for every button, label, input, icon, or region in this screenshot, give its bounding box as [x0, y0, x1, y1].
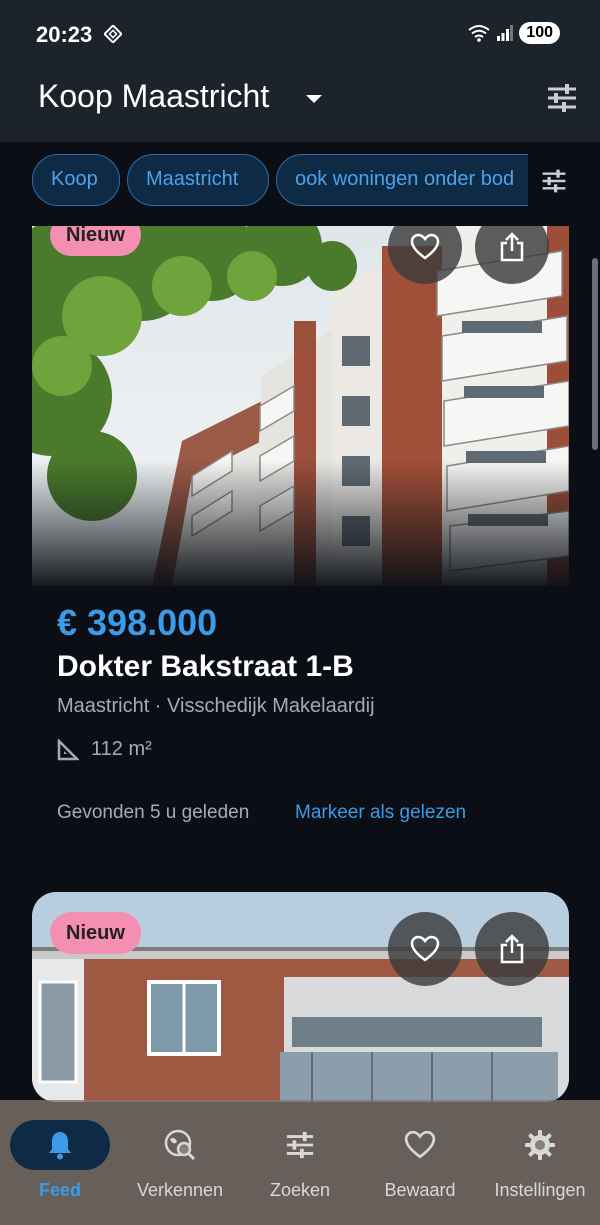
- heart-icon: [410, 935, 440, 962]
- nav-label: Zoeken: [269, 1180, 331, 1200]
- share-icon: [500, 232, 524, 262]
- nav-item-verkennen[interactable]: Verkennen: [120, 1120, 240, 1201]
- nav-item-bewaard[interactable]: Bewaard: [360, 1120, 480, 1201]
- signal-icon: [497, 25, 514, 41]
- listing-address[interactable]: Dokter Bakstraat 1-B: [57, 650, 354, 684]
- bottom-navigation: Feed Verkennen Zoeken Bewaard Instelling…: [0, 1100, 600, 1225]
- explore-icon: [164, 1129, 196, 1161]
- filter-settings-icon[interactable]: [541, 168, 567, 194]
- search-title[interactable]: Koop Maastricht: [38, 78, 269, 115]
- heart-icon: [404, 1130, 436, 1159]
- nav-label: Instellingen: [494, 1180, 586, 1200]
- listing-card[interactable]: Nieuw € 398.000 Dokter Bakstraat 1-B Maa…: [32, 226, 569, 866]
- app-bar: Koop Maastricht: [0, 66, 600, 142]
- favorite-button[interactable]: [388, 912, 462, 986]
- status-indicators: 100: [467, 22, 560, 44]
- listing-area: 112 m²: [91, 738, 152, 760]
- bell-icon: [49, 1132, 71, 1160]
- filter-chips-row: Koop Maastricht ook woningen onder bod: [0, 142, 600, 226]
- listing-price: € 398.000: [57, 602, 218, 643]
- nav-label: Verkennen: [136, 1180, 224, 1200]
- scrollbar[interactable]: [592, 258, 598, 450]
- found-time: Gevonden 5 u geleden: [57, 802, 250, 823]
- battery-indicator: 100: [519, 22, 560, 44]
- listing-city-agency: Maastricht · Visschedijk Makelaardij: [57, 695, 375, 717]
- nav-item-instellingen[interactable]: Instellingen: [480, 1120, 600, 1201]
- gear-icon: [525, 1130, 555, 1160]
- status-bar: 20:23 100: [0, 0, 600, 66]
- chip-koop[interactable]: Koop: [32, 154, 120, 206]
- share-icon: [500, 934, 524, 964]
- nav-item-zoeken[interactable]: Zoeken: [240, 1120, 360, 1201]
- chip-maastricht[interactable]: Maastricht: [127, 154, 269, 206]
- nav-label: Feed: [38, 1180, 81, 1200]
- area-ruler-icon: [57, 738, 79, 760]
- tune-icon: [286, 1131, 314, 1159]
- new-badge: Nieuw: [50, 226, 141, 256]
- mark-as-read-link[interactable]: Markeer als gelezen: [295, 802, 466, 824]
- filter-tune-icon[interactable]: [546, 82, 578, 114]
- share-button[interactable]: [475, 912, 549, 986]
- heart-icon: [410, 233, 440, 260]
- notification-diamond-icon: [104, 25, 122, 43]
- dropdown-caret-icon[interactable]: [306, 95, 322, 103]
- listing-photo[interactable]: [32, 226, 569, 586]
- status-time: 20:23: [36, 22, 93, 47]
- chip-under-offer[interactable]: ook woningen onder bod: [276, 154, 528, 206]
- wifi-icon: [468, 25, 490, 42]
- listing-area-row: 112 m²: [57, 738, 152, 761]
- nav-item-feed[interactable]: Feed: [0, 1120, 120, 1201]
- listing-card[interactable]: Nieuw: [32, 892, 569, 1102]
- nav-label: Bewaard: [384, 1180, 456, 1200]
- new-badge: Nieuw: [50, 912, 141, 954]
